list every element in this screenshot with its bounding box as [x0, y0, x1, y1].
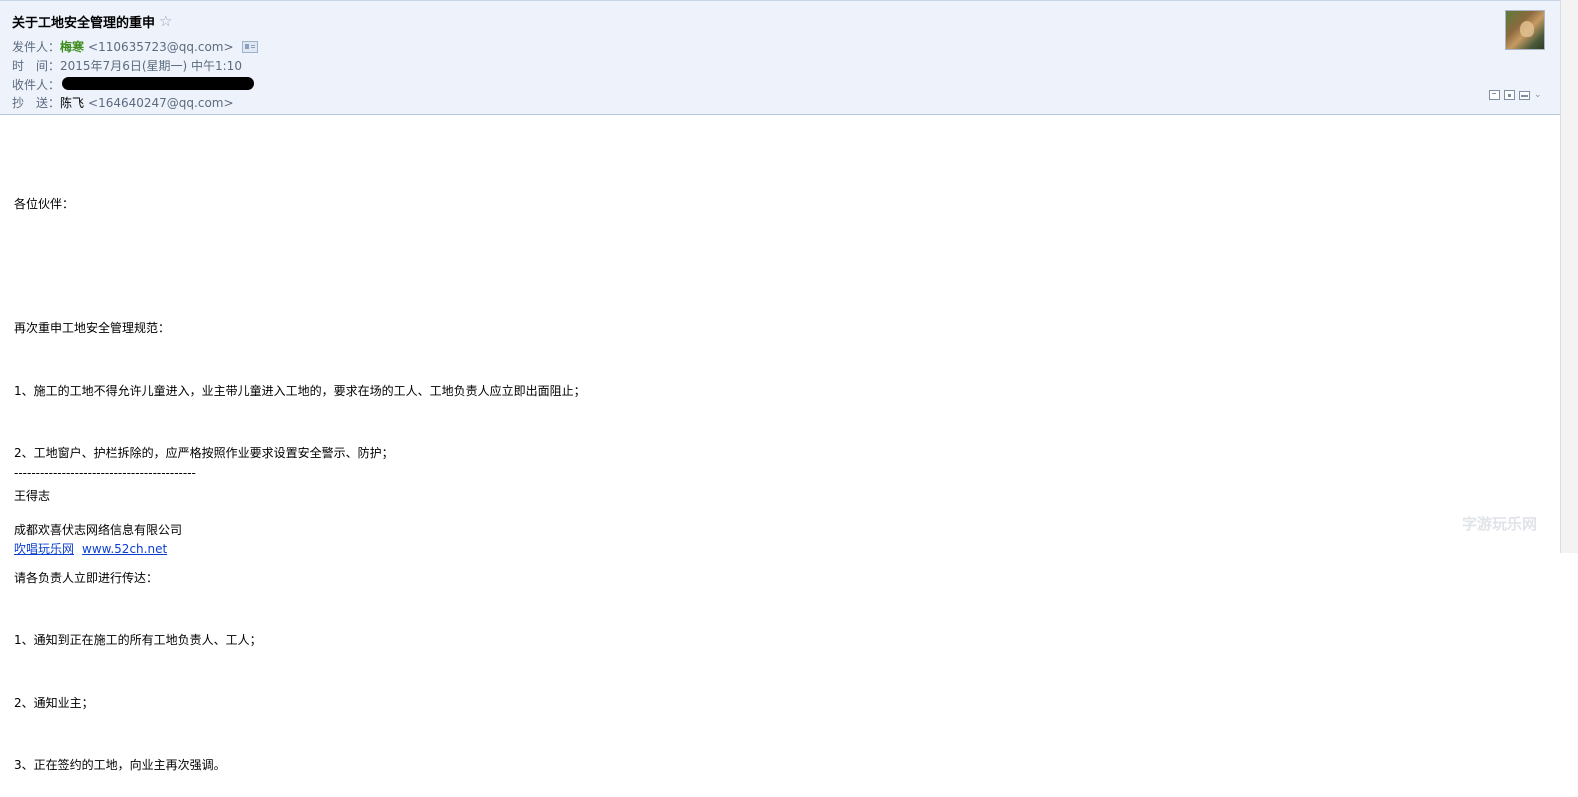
body-line: 2、通知业主； [14, 695, 94, 710]
star-icon[interactable]: ☆ [159, 14, 172, 29]
save-icon[interactable] [1504, 90, 1515, 100]
time-value: 2015年7月6日(星期一) 中午1:10 [60, 59, 242, 73]
to-row: 收件人： [12, 76, 255, 93]
body-line: 1、通知到正在施工的所有工地负责人、工人； [14, 633, 262, 648]
new-window-icon[interactable] [1489, 90, 1500, 100]
header-tools: ⌄ [1489, 90, 1542, 100]
watermark-logo: 字游玩乐网 [1462, 515, 1538, 533]
signature-company: 成都欢喜伏志网络信息有限公司 [14, 523, 183, 537]
body-line: 2、工地窗户、护栏拆除的，应严格按照作业要求设置安全警示、防护； [14, 446, 394, 461]
cc-label: 抄 送： [12, 96, 61, 110]
sender-name[interactable]: 梅寒 [60, 38, 84, 55]
sender-avatar[interactable] [1505, 10, 1545, 50]
sender-address[interactable]: <110635723@qq.com> [88, 40, 234, 54]
body-line: 各位伙伴： [14, 196, 75, 211]
body-line [14, 256, 586, 277]
email-subject: 关于工地安全管理的重申 [12, 16, 156, 31]
signature-link-text[interactable]: 吹唱玩乐网 [14, 542, 74, 556]
email-header: 关于工地安全管理的重申 ☆ 发件人： 梅寒 <110635723@qq.com>… [0, 0, 1560, 115]
subject-row: 关于工地安全管理的重申 ☆ [12, 12, 172, 32]
time-row: 时 间： 2015年7月6日(星期一) 中午1:10 [12, 57, 242, 74]
chevron-down-icon[interactable]: ⌄ [1534, 90, 1542, 100]
from-row: 发件人： 梅寒 <110635723@qq.com> [12, 38, 258, 55]
signature-name: 王得志 [14, 489, 51, 503]
body-line: 再次重申工地安全管理规范： [14, 321, 171, 336]
contact-card-icon[interactable] [241, 40, 258, 53]
from-label: 发件人： [12, 40, 61, 54]
time-label: 时 间： [12, 59, 61, 73]
cc-row: 抄 送： 陈飞 <164640247@qq.com> [12, 94, 234, 111]
body-line: 请各负责人立即进行传达： [14, 570, 159, 585]
body-line: 3、正在签约的工地，向业主再次强调。 [14, 758, 226, 773]
redacted-recipient [62, 77, 255, 90]
vertical-scrollbar[interactable] [1560, 0, 1578, 553]
print-icon[interactable] [1519, 90, 1530, 100]
signature-separator: ----------------------------------------… [14, 466, 196, 480]
signature-link[interactable]: 吹唱玩乐网 www.52ch.net [14, 540, 175, 557]
cc-address[interactable]: <164640247@qq.com> [88, 96, 234, 110]
cc-name[interactable]: 陈飞 [60, 94, 84, 111]
to-label: 收件人： [12, 78, 61, 92]
signature-link-url[interactable]: www.52ch.net [82, 542, 167, 556]
body-line: 1、施工的工地不得允许儿童进入，业主带儿童进入工地的，要求在场的工人、工地负责人… [14, 383, 586, 398]
